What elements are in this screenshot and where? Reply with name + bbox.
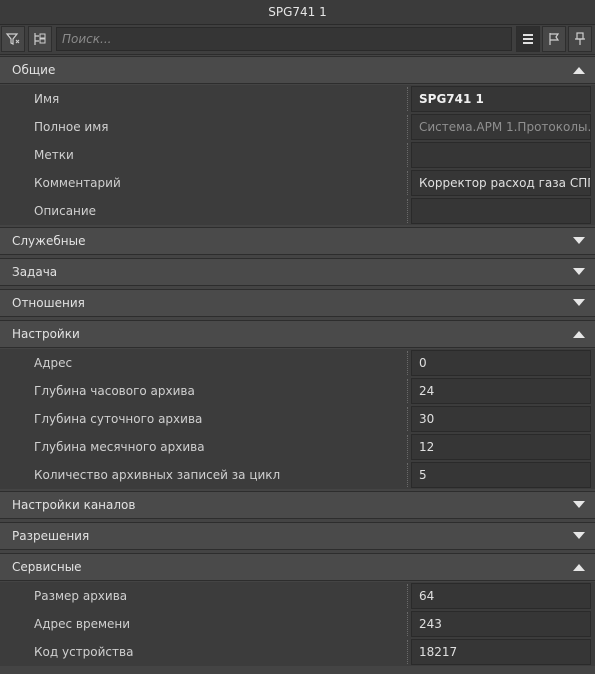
section-servicing-title: Сервисные (12, 560, 82, 574)
section-channel-settings-title: Настройки каналов (12, 498, 136, 512)
property-label: Глубина часового архива (34, 384, 195, 398)
section-servicing-header[interactable]: Сервисные (0, 553, 595, 581)
section-service-title: Служебные (12, 234, 86, 248)
full-name-field: Система.АРМ 1.Протоколы.Lo (411, 114, 591, 140)
section-task-title: Задача (12, 265, 58, 279)
collapse-filter-button[interactable] (28, 26, 52, 52)
comment-field[interactable]: Корректор расход газа СПГ741 (411, 170, 591, 196)
pin-icon (575, 32, 585, 45)
section-relations-header[interactable]: Отношения (0, 289, 595, 317)
daily-archive-depth-field[interactable]: 30 (411, 406, 591, 432)
tags-field[interactable] (411, 142, 591, 168)
section-general-header[interactable]: Общие (0, 56, 595, 84)
property-label: Количество архивных записей за цикл (34, 468, 281, 482)
window-title: SPG741 1 (0, 0, 595, 25)
flag-icon (549, 33, 560, 45)
property-label: Глубина суточного архива (34, 412, 203, 426)
property-label: Адрес (34, 356, 73, 370)
chevron-down-icon (573, 268, 585, 275)
section-relations-title: Отношения (12, 296, 85, 310)
property-label: Глубина месячного архива (34, 440, 205, 454)
property-row: Полное имя Система.АРМ 1.Протоколы.Lo (0, 113, 595, 141)
tree-filter-icon (34, 33, 46, 45)
filter-icon (5, 33, 20, 45)
section-task-header[interactable]: Задача (0, 258, 595, 286)
property-row: Метки (0, 141, 595, 169)
section-general-title: Общие (12, 63, 56, 77)
property-label: Полное имя (34, 120, 109, 134)
section-settings-header[interactable]: Настройки (0, 320, 595, 348)
property-row: Глубина суточного архива 30 (0, 405, 595, 433)
time-address-field[interactable]: 243 (411, 611, 591, 637)
property-label: Код устройства (34, 645, 134, 659)
property-row: Адрес времени 243 (0, 610, 595, 638)
archive-size-field[interactable]: 64 (411, 583, 591, 609)
filter-button[interactable] (1, 26, 25, 52)
chevron-up-icon (573, 331, 585, 338)
toolbar (0, 25, 595, 55)
section-channel-settings-header[interactable]: Настройки каналов (0, 491, 595, 519)
chevron-down-icon (573, 299, 585, 306)
name-field[interactable]: SPG741 1 (411, 86, 591, 112)
section-permissions-title: Разрешения (12, 529, 90, 543)
property-row: Имя SPG741 1 (0, 85, 595, 113)
hourly-archive-depth-field[interactable]: 24 (411, 378, 591, 404)
property-label: Метки (34, 148, 74, 162)
section-settings-title: Настройки (12, 327, 80, 341)
address-field[interactable]: 0 (411, 350, 591, 376)
property-row: Размер архива 64 (0, 582, 595, 610)
property-label: Описание (34, 204, 97, 218)
section-permissions-header[interactable]: Разрешения (0, 522, 595, 550)
device-code-field[interactable]: 18217 (411, 639, 591, 665)
property-label: Размер архива (34, 589, 128, 603)
property-label: Адрес времени (34, 617, 131, 631)
property-row: Код устройства 18217 (0, 638, 595, 666)
property-row: Глубина часового архива 24 (0, 377, 595, 405)
flag-button[interactable] (542, 26, 566, 52)
chevron-up-icon (573, 67, 585, 74)
property-row: Адрес 0 (0, 349, 595, 377)
description-field[interactable] (411, 198, 591, 224)
list-view-button[interactable] (516, 26, 540, 52)
property-label: Имя (34, 92, 60, 106)
chevron-down-icon (573, 237, 585, 244)
property-row: Комментарий Корректор расход газа СПГ741 (0, 169, 595, 197)
property-label: Комментарий (34, 176, 121, 190)
property-row: Количество архивных записей за цикл 5 (0, 461, 595, 489)
chevron-up-icon (573, 564, 585, 571)
search-input[interactable] (56, 27, 512, 51)
list-icon (523, 34, 533, 44)
section-service-header[interactable]: Служебные (0, 227, 595, 255)
monthly-archive-depth-field[interactable]: 12 (411, 434, 591, 460)
property-row: Описание (0, 197, 595, 225)
chevron-down-icon (573, 532, 585, 539)
property-row: Глубина месячного архива 12 (0, 433, 595, 461)
pin-button[interactable] (568, 26, 592, 52)
archive-records-per-cycle-field[interactable]: 5 (411, 462, 591, 488)
chevron-down-icon (573, 501, 585, 508)
